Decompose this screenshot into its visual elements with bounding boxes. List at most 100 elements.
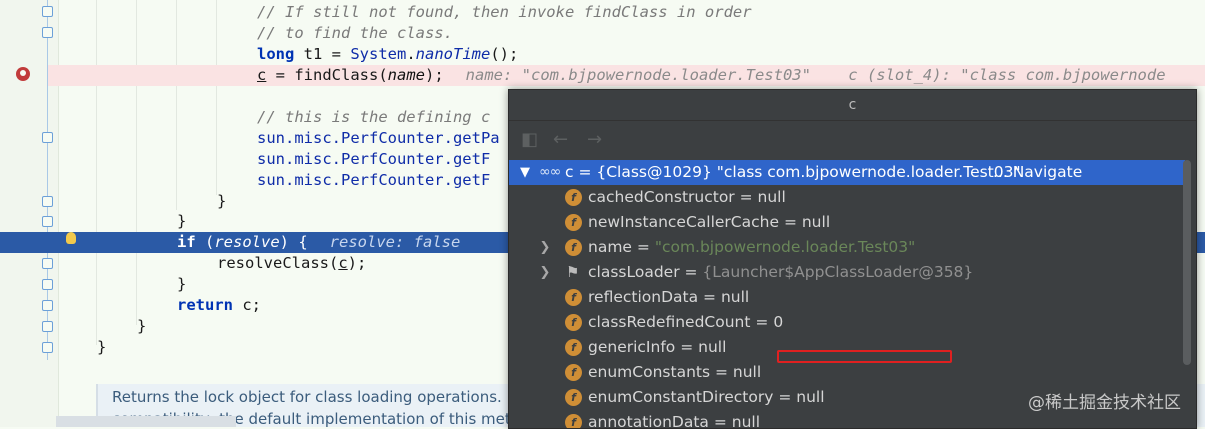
doc-divider: [56, 416, 236, 427]
code-line[interactable]: // If still not found, then invoke findC…: [257, 2, 752, 23]
field-name: genericInfo: [588, 338, 676, 356]
tree-row-field[interactable]: f enumConstants = null: [509, 360, 1185, 385]
tree-row-field[interactable]: f newInstanceCallerCache = null: [509, 210, 1185, 235]
code-comment: // to find the class.: [257, 24, 453, 42]
forward-arrow-icon[interactable]: →: [587, 131, 602, 149]
collapse-arrow-icon[interactable]: ▼: [519, 160, 531, 185]
code-line[interactable]: }: [177, 274, 186, 295]
field-value: null: [732, 363, 762, 381]
expand-arrow-icon[interactable]: ❯: [539, 260, 551, 285]
code-brace: }: [217, 192, 227, 210]
fold-marker[interactable]: [42, 6, 53, 17]
code-line[interactable]: sun.misc.PerfCounter.getPa: [257, 128, 500, 149]
code-comment: // this is the defining c: [257, 108, 491, 126]
equals-sign: =: [710, 363, 733, 381]
fold-marker[interactable]: [42, 132, 53, 143]
fold-marker[interactable]: [42, 279, 53, 290]
tree-row-field[interactable]: f classRedefinedCount = 0: [509, 310, 1185, 335]
code-line[interactable]: }: [137, 316, 146, 337]
code-keyword: return: [177, 296, 233, 314]
code-text: (: [195, 233, 215, 251]
popup-scrollbar[interactable]: [1183, 160, 1191, 365]
breakpoint-icon[interactable]: [16, 67, 30, 81]
field-icon: f: [565, 339, 582, 356]
field-icon: f: [565, 239, 582, 256]
code-class-ref: System: [350, 45, 407, 63]
field-name: name: [588, 238, 632, 256]
fold-marker[interactable]: [42, 27, 53, 38]
code-line[interactable]: resolveClass(c);: [217, 253, 366, 274]
watermark: @稀土掘金技术社区: [1028, 393, 1181, 413]
code-brace: }: [177, 212, 187, 230]
fold-marker[interactable]: [42, 216, 53, 227]
field-icon: f: [565, 189, 582, 206]
code-text: c;: [233, 296, 261, 314]
field-icon: f: [565, 214, 582, 231]
tree-row-field[interactable]: ❯ ⚑ classLoader = {Launcher$AppClassLoad…: [509, 260, 1185, 285]
code-text: ();: [490, 45, 519, 63]
flag-icon: ⚑: [566, 263, 580, 281]
red-annotation-underline: [777, 350, 952, 363]
field-icon: f: [565, 314, 582, 331]
tree-row-field[interactable]: f cachedConstructor = null: [509, 185, 1185, 210]
code-line[interactable]: }: [177, 211, 186, 232]
equals-sign: =: [631, 238, 655, 256]
code-param: resolve: [214, 233, 280, 251]
back-arrow-icon[interactable]: ←: [553, 131, 568, 149]
code-line[interactable]: }: [217, 191, 226, 212]
variable-inspect-popup[interactable]: c ◧ ← → ▼ ∞∞ c = {Class@1029} "class com…: [508, 89, 1197, 429]
code-line-breakpoint[interactable]: c = findClass(name); name: "com.bjpowerno…: [257, 65, 1166, 86]
tree-row-root[interactable]: ▼ ∞∞ c = {Class@1029} "class com.bjpower…: [509, 160, 1185, 185]
field-name: newInstanceCallerCache: [588, 213, 780, 231]
code-line[interactable]: return c;: [177, 295, 261, 316]
indent-guide: [176, 0, 177, 210]
code-line[interactable]: long t1 = System.nanoTime();: [257, 44, 518, 65]
equals-sign: =: [679, 263, 703, 281]
tree-row-field[interactable]: ❯ f name = "com.bjpowernode.loader.Test0…: [509, 235, 1185, 260]
code-line-current[interactable]: if (resolve) {resolve: false: [177, 232, 460, 253]
field-name: reflectionData: [588, 288, 699, 306]
tree-row-field[interactable]: f reflectionData = null: [509, 285, 1185, 310]
field-value: null: [698, 338, 727, 356]
code-line[interactable]: // this is the defining c: [257, 107, 490, 128]
field-value: null: [757, 188, 786, 206]
code-brace: }: [97, 338, 107, 356]
expand-arrow-icon[interactable]: ❯: [539, 235, 551, 260]
code-line[interactable]: }: [97, 337, 106, 358]
navigate-icon[interactable]: ◧: [521, 131, 538, 149]
fold-marker[interactable]: [42, 258, 53, 269]
code-text: .: [406, 45, 416, 63]
equals-sign: =: [779, 213, 802, 231]
code-param: name: [387, 66, 425, 84]
code-text: );: [347, 254, 367, 272]
field-name: classLoader: [588, 263, 680, 281]
code-brace: }: [137, 317, 147, 335]
equals-sign: =: [698, 288, 721, 306]
fold-marker[interactable]: [42, 321, 53, 332]
fold-marker[interactable]: [42, 300, 53, 311]
lightbulb-icon[interactable]: [66, 232, 76, 244]
field-name: enumConstantDirectory: [588, 388, 774, 406]
code-method-ref: nanoTime: [415, 45, 491, 63]
fold-marker[interactable]: [42, 342, 53, 353]
navigate-link[interactable]: ... Navigate: [993, 160, 1082, 185]
popup-toolbar: ◧ ← →: [509, 121, 1196, 159]
indent-guide: [96, 0, 97, 345]
code-comment: // If still not found, then invoke findC…: [257, 3, 752, 21]
field-value: "com.bjpowernode.loader.Test03": [654, 238, 916, 256]
code-line[interactable]: // to find the class.: [257, 23, 453, 44]
code-line[interactable]: sun.misc.PerfCounter.getF: [257, 170, 490, 191]
code-text: sun.misc.PerfCounter.getF: [257, 150, 491, 168]
field-value: null: [801, 213, 831, 231]
inline-debug-hint: name: "com.bjpowernode.loader.Test03" c …: [465, 66, 1166, 84]
field-name: classRedefinedCount: [588, 313, 751, 331]
field-name: enumConstants: [588, 363, 711, 381]
watch-glasses-icon: ∞∞: [539, 164, 561, 180]
popup-title[interactable]: c: [509, 90, 1196, 121]
indent-guide: [216, 0, 217, 195]
field-icon: f: [565, 364, 582, 381]
fold-marker[interactable]: [42, 196, 53, 207]
code-text: ) {: [279, 233, 308, 251]
code-line[interactable]: sun.misc.PerfCounter.getF: [257, 149, 490, 170]
field-icon: f: [565, 289, 582, 306]
